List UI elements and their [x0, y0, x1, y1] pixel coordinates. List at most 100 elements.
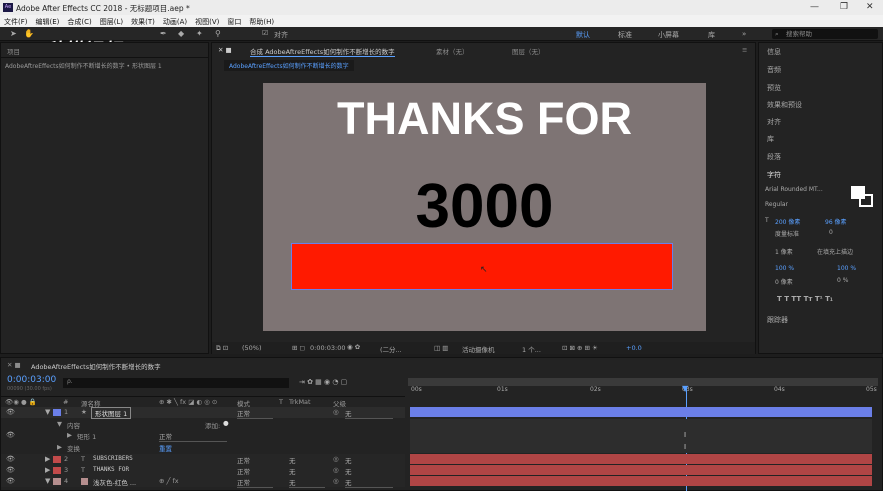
rectangle-group-row[interactable]: 👁 ▶ 矩形 1 正常 — [1, 430, 405, 442]
help-search-input[interactable]: ⌕ 搜索帮助 — [772, 29, 878, 39]
timeline-search-input[interactable]: ρ. — [63, 378, 289, 388]
eraser-tool-icon[interactable]: ◆ — [178, 29, 184, 38]
tsume-value[interactable]: 0 % — [837, 277, 848, 284]
workspace-library[interactable]: 库 — [708, 30, 715, 40]
grid-icon[interactable]: ⊞ ◻ — [292, 344, 305, 352]
panel-menu-icon[interactable]: ≡ — [742, 46, 747, 54]
layer-duration-bar-4[interactable] — [410, 476, 872, 486]
layer-name[interactable]: THANKS FOR — [93, 466, 129, 473]
timeline-close-icon[interactable]: ✕ ■ — [7, 361, 21, 369]
puppet-tool-icon[interactable]: ✦ — [196, 29, 203, 38]
fx-switch-icon[interactable]: ⊕ ╱ fx — [159, 477, 179, 485]
font-select[interactable]: Arial Rounded MT... — [765, 186, 823, 193]
rect-mode-select[interactable]: 正常 — [159, 431, 227, 442]
composition-canvas[interactable]: THANKS FOR 3000 ↖ — [263, 83, 706, 331]
layer-name[interactable]: 浅灰色-红色 ... — [93, 477, 136, 487]
pen-tool-icon[interactable]: ✒ — [160, 29, 167, 38]
panel-info[interactable]: 信息 — [767, 47, 781, 57]
parent-pickwhip-icon[interactable]: ◎ — [333, 466, 339, 474]
comp-breadcrumb[interactable]: AdobeAftreEffects如何制作不断增长的数字 — [224, 60, 354, 71]
tab-composition[interactable]: 合成 AdobeAftreEffects如何制作不断增长的数字 — [250, 46, 395, 57]
visibility-icon[interactable]: 👁 — [6, 477, 15, 485]
workspace-menu-icon[interactable]: » — [742, 30, 746, 38]
add-label[interactable]: 添加: — [205, 420, 220, 430]
layer-label-color[interactable] — [53, 456, 61, 463]
stroke-color-swatch[interactable] — [859, 194, 873, 207]
close-icon[interactable]: ✕ — [866, 2, 874, 12]
menu-file[interactable]: 文件(F) — [0, 15, 32, 27]
layer-parent-select[interactable]: 无 — [345, 408, 393, 419]
current-time[interactable]: 0:00:03:00 — [310, 344, 346, 352]
font-size-value[interactable]: 200 像素 — [775, 217, 800, 226]
views-select[interactable]: 1 个... — [522, 344, 541, 354]
layer-trkmat-select[interactable]: 无 — [289, 477, 325, 488]
layer-label-color[interactable] — [53, 478, 61, 485]
resolution-select[interactable]: (二分... — [380, 344, 402, 354]
layer-parent-select[interactable]: 无 — [345, 477, 393, 488]
menu-layer[interactable]: 图层(L) — [96, 15, 127, 27]
tracking-value[interactable]: 0 — [829, 229, 833, 236]
expand-icon[interactable]: ▶ — [45, 455, 50, 463]
expand-icon[interactable]: ▶ — [67, 431, 72, 439]
menu-effect[interactable]: 效果(T) — [127, 15, 159, 27]
panel-tracker[interactable]: 跟踪器 — [767, 315, 788, 325]
layer-label-color[interactable] — [53, 467, 61, 474]
baseline-value[interactable]: 0 像素 — [775, 277, 793, 286]
stroke-width-value[interactable]: 1 像素 — [775, 247, 793, 256]
workspace-default[interactable]: 默认 — [576, 30, 590, 40]
snap-checkbox[interactable]: ☑ — [262, 29, 268, 37]
workspace-standard[interactable]: 标准 — [618, 30, 632, 40]
keyframe-icon[interactable]: I — [684, 443, 686, 451]
panel-align[interactable]: 对齐 — [767, 117, 781, 127]
layer-name[interactable]: 形状图层 1 — [91, 407, 132, 419]
text-style-buttons[interactable]: T T TT Tт T¹ T₁ — [777, 295, 833, 303]
time-ruler[interactable]: 00s 01s 02s 03s 04s 05s — [408, 386, 878, 394]
hand-tool-icon[interactable]: ✋ — [24, 29, 34, 38]
expand-icon[interactable]: ▼ — [45, 477, 50, 485]
keyframe-icon[interactable]: I — [684, 431, 686, 439]
visibility-icon[interactable]: 👁 — [6, 466, 15, 474]
parent-pickwhip-icon[interactable]: ◎ — [333, 477, 339, 485]
selection-tool-icon[interactable]: ➤ — [10, 29, 17, 38]
leading-value[interactable]: 96 像素 — [825, 217, 847, 226]
layer-duration-bar-2[interactable] — [410, 454, 872, 464]
playhead-handle-icon[interactable]: ▼ — [682, 384, 688, 393]
camera-select[interactable]: 活动摄像机 — [462, 344, 495, 354]
zoom-select[interactable]: (50%) — [242, 344, 262, 352]
always-preview-icon[interactable]: ⧉ ⊡ — [216, 344, 228, 353]
menu-composition[interactable]: 合成(C) — [63, 15, 95, 27]
snapshot-icon[interactable]: ◉ ✿ — [347, 343, 360, 351]
visibility-icon[interactable]: 👁 — [6, 431, 15, 439]
transform-row[interactable]: ▶ 变换 重置 — [1, 442, 405, 453]
timeline-tab[interactable]: AdobeAftreEffects如何制作不断增长的数字 — [31, 361, 161, 371]
layer-mode-select[interactable]: 正常 — [237, 477, 273, 488]
maximize-icon[interactable]: ❐ — [840, 2, 848, 12]
panel-preview[interactable]: 预览 — [767, 83, 781, 93]
expand-icon[interactable]: ▼ — [57, 420, 62, 428]
layer-row-4[interactable]: 👁 ▼ 4 浅灰色-红色 ... ⊕ ╱ fx 正常 无 ◎ 无 — [1, 476, 405, 488]
layer-duration-bar-3[interactable] — [410, 465, 872, 475]
tab-footage[interactable]: 素材（无） — [436, 46, 469, 56]
layer-row-2[interactable]: 👁 ▶ 2 T SUBSCRIBERS 正常 无 ◎ 无 — [1, 454, 405, 466]
parent-pickwhip-icon[interactable]: ◎ — [333, 455, 339, 463]
horizontal-scale-value[interactable]: 100 % — [837, 265, 856, 272]
workspace-small[interactable]: 小屏幕 — [658, 30, 679, 40]
expand-icon[interactable]: ▶ — [45, 466, 50, 474]
project-tab[interactable]: 项目 — [7, 46, 20, 56]
layer-mode-select[interactable]: 正常 — [237, 408, 273, 419]
menu-help[interactable]: 帮助(H) — [245, 15, 278, 27]
font-style-select[interactable]: Regular — [765, 201, 788, 208]
viewer-options-icon[interactable]: ⊡ ⊠ ⊕ ⊞ ☀ — [562, 344, 598, 352]
menu-window[interactable]: 窗口 — [223, 15, 245, 27]
kerning-value[interactable]: 度量标准 — [775, 229, 799, 238]
vertical-scale-value[interactable]: 100 % — [775, 265, 794, 272]
parent-pickwhip-icon[interactable]: ◎ — [333, 408, 339, 416]
panel-library[interactable]: 库 — [767, 134, 774, 144]
layer-row-3[interactable]: 👁 ▶ 3 T THANKS FOR 正常 无 ◎ 无 — [1, 465, 405, 477]
menu-view[interactable]: 视图(V) — [191, 15, 223, 27]
content-group-row[interactable]: ▼ 内容 添加: ● — [1, 419, 405, 430]
comp-panel-close-icon[interactable]: ✕ ■ — [218, 46, 232, 54]
menu-edit[interactable]: 编辑(E) — [32, 15, 64, 27]
timeline-switches-icon[interactable]: ⇥ ✿ ▦ ◉ ◔ ▢ — [299, 378, 347, 386]
add-icon[interactable]: ● — [223, 419, 229, 427]
